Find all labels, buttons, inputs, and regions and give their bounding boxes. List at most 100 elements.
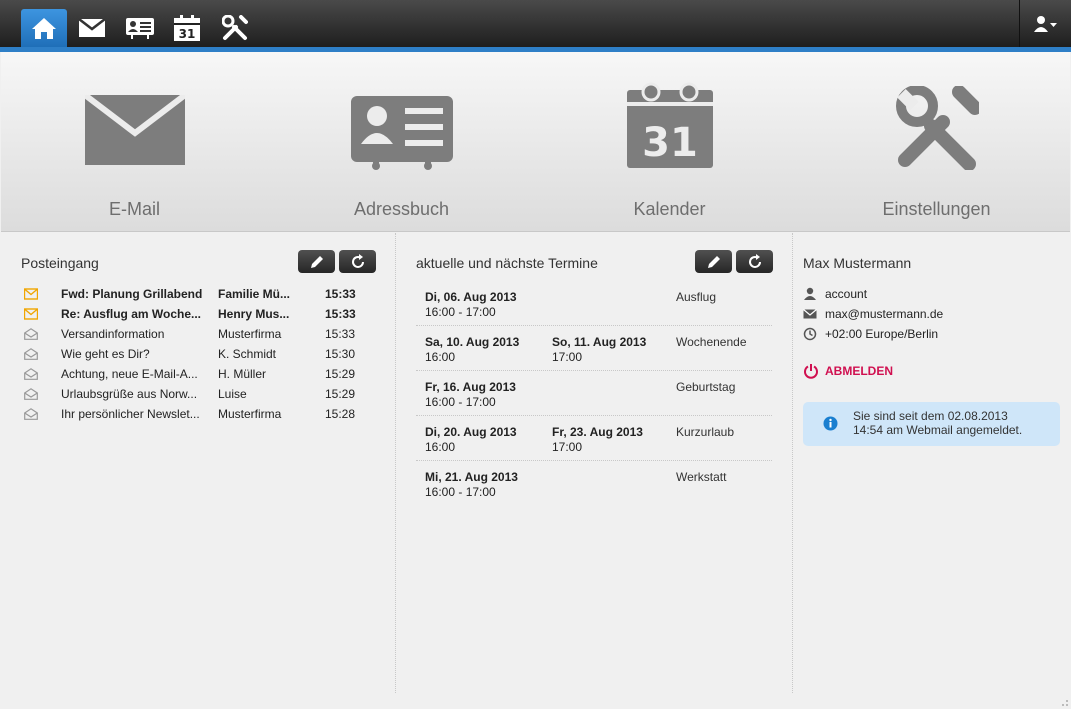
read-envelope-icon [24, 368, 38, 380]
account-name: account [825, 287, 868, 301]
message-subject: Re: Ausflug am Woche... [61, 307, 202, 321]
start-time: 16:00 - 17:00 [425, 485, 496, 499]
launcher-tile-calendar[interactable]: 31 Kalender [536, 52, 803, 232]
message-row[interactable]: Fwd: Planung Grillabend Familie Mü... 15:3… [21, 285, 361, 305]
compose-button[interactable] [298, 250, 335, 273]
start-date: Mi, 21. Aug 2013 [425, 470, 518, 484]
start-time: 16:00 - 17:00 [425, 395, 496, 409]
message-time: 15:28 [325, 407, 356, 421]
end-time: 17:00 [552, 350, 583, 364]
message-row[interactable]: Ihr persönlicher Newslet... Musterfirma 15… [21, 405, 361, 425]
notice-text: Sie sind seit dem 02.08.2013 14:54 am We… [853, 409, 1022, 437]
power-icon [804, 364, 818, 379]
calendar-icon: 31 [626, 82, 713, 168]
appointments-title: aktuelle und nächste Termine [416, 255, 598, 271]
appointment-start: Di, 20. Aug 2013 16:00 [425, 425, 517, 455]
appointment-start: Fr, 16. Aug 2013 16:00 - 17:00 [425, 380, 516, 410]
message-subject: Achtung, neue E-Mail-A... [61, 367, 198, 381]
launcher-label: Einstellungen [882, 199, 991, 219]
read-envelope-icon [24, 408, 38, 420]
email-address: max@mustermann.de [825, 307, 944, 321]
resize-grip-icon[interactable] [1059, 697, 1069, 707]
message-row[interactable]: Wie geht es Dir? K. Schmidt 15:30 [21, 345, 361, 365]
message-subject: Versandinformation [61, 327, 165, 341]
info-icon [823, 416, 838, 431]
inbox-title: Posteingang [21, 255, 99, 271]
notice-line-2: 14:54 am Webmail angemeldet. [853, 423, 1023, 437]
unread-envelope-icon [24, 308, 38, 320]
end-date: So, 11. Aug 2013 [552, 335, 647, 349]
message-sender: Musterfirma [218, 407, 282, 421]
app-launcher: E-Mail Adressbuch 31 Kalender Einstellun… [1, 52, 1070, 232]
appointment-row[interactable]: Mi, 21. Aug 2013 16:00 - 17:00 Werkstatt [416, 461, 772, 506]
appointment-row[interactable]: Fr, 16. Aug 2013 16:00 - 17:00 Geburtstag [416, 371, 772, 416]
appointment-title: Kurzurlaub [676, 425, 735, 439]
user-panel: Max Mustermann account max@mustermann.de… [793, 233, 1071, 693]
start-date: Di, 20. Aug 2013 [425, 425, 517, 439]
start-date: Sa, 10. Aug 2013 [425, 335, 520, 349]
user-name: Max Mustermann [803, 255, 912, 271]
settings-icon[interactable] [212, 9, 258, 47]
message-row[interactable]: Re: Ausflug am Woche... Henry Mus... 15:33 [21, 305, 361, 325]
message-subject: Urlaubsgrüße aus Norw... [61, 387, 198, 401]
appointment-start: Mi, 21. Aug 2013 16:00 - 17:00 [425, 470, 518, 500]
launcher-tile-email[interactable]: E-Mail [1, 52, 268, 232]
addressbook-icon [350, 96, 453, 170]
start-date: Fr, 16. Aug 2013 [425, 380, 516, 394]
timezone: +02:00 Europe/Berlin [825, 327, 939, 341]
start-time: 16:00 [425, 350, 456, 364]
notice-line-1: Sie sind seit dem 02.08.2013 [853, 409, 1008, 423]
message-row[interactable]: Achtung, neue E-Mail-A... H. Müller 15:29 [21, 365, 361, 385]
addressbook-icon[interactable] [117, 9, 163, 47]
start-time: 16:00 [425, 440, 456, 454]
appointment-start: Di, 06. Aug 2013 16:00 - 17:00 [425, 290, 517, 320]
mail-icon[interactable] [69, 9, 115, 47]
end-date: Fr, 23. Aug 2013 [552, 425, 643, 439]
appointment-row[interactable]: Sa, 10. Aug 2013 16:00 So, 11. Aug 2013 17:… [416, 326, 772, 371]
new-appointment-button[interactable] [695, 250, 732, 273]
message-sender: Henry Mus... [218, 307, 290, 321]
message-row[interactable]: Urlaubsgrüße aus Norw... Luise 15:29 [21, 385, 361, 405]
message-sender: H. Müller [218, 367, 267, 381]
appointment-row[interactable]: Di, 20. Aug 2013 16:00 Fr, 23. Aug 2013 17:… [416, 416, 772, 461]
message-sender: Musterfirma [218, 327, 282, 341]
launcher-label: E-Mail [108, 199, 160, 219]
pencil-icon [310, 255, 323, 268]
read-envelope-icon [24, 388, 38, 400]
message-subject: Wie geht es Dir? [61, 347, 150, 361]
envelope-icon [803, 309, 817, 319]
refresh-calendar-button[interactable] [736, 250, 773, 273]
message-list: Fwd: Planung Grillabend Familie Mü... 15:3… [21, 285, 361, 425]
message-subject: Ihr persönlicher Newslet... [61, 407, 200, 421]
message-sender: K. Schmidt [218, 347, 277, 361]
launcher-tile-settings[interactable]: Einstellungen [803, 52, 1070, 232]
appointment-row[interactable]: Di, 06. Aug 2013 16:00 - 17:00 Ausflug [416, 281, 772, 326]
user-menu-button[interactable] [1019, 0, 1071, 47]
unread-envelope-icon [24, 288, 38, 300]
launcher-tile-addressbook[interactable]: Adressbuch [268, 52, 535, 232]
home-icon[interactable] [21, 9, 67, 47]
mail-icon [84, 95, 185, 165]
appointment-end: Fr, 23. Aug 2013 17:00 [552, 425, 643, 455]
start-date: Di, 06. Aug 2013 [425, 290, 517, 304]
user-icon [804, 287, 816, 300]
calendar-icon[interactable]: 31 [164, 9, 210, 47]
appointment-title: Geburtstag [676, 380, 736, 394]
settings-icon [895, 86, 979, 170]
calendar-badge: 31 [179, 27, 196, 41]
appointment-start: Sa, 10. Aug 2013 16:00 [425, 335, 519, 365]
launcher-label: Adressbuch [353, 199, 450, 219]
clock-icon [803, 327, 817, 341]
logout-button[interactable]: ABMELDEN [803, 363, 893, 379]
refresh-icon [351, 253, 364, 268]
pencil-icon [707, 255, 720, 268]
message-row[interactable]: Versandinformation Musterfirma 15:33 [21, 325, 361, 345]
appointment-list: Di, 06. Aug 2013 16:00 - 17:00 Ausflug Sa, … [416, 281, 772, 506]
message-subject: Fwd: Planung Grillabend [61, 287, 203, 301]
calendar-badge: 31 [642, 120, 698, 166]
refresh-inbox-button[interactable] [339, 250, 376, 273]
message-time: 15:29 [325, 387, 356, 401]
message-sender: Luise [218, 387, 247, 401]
login-notice: Sie sind seit dem 02.08.2013 14:54 am We… [803, 402, 1060, 446]
launcher-label: Kalender [633, 199, 706, 219]
